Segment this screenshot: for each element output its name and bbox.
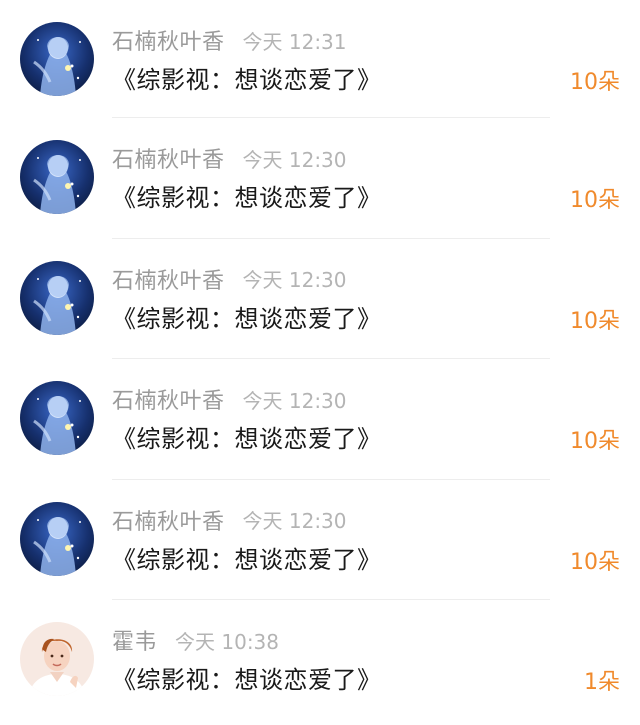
item-meta: 石楠秋叶香 今天 12:30 xyxy=(112,504,347,536)
gift-record-list: 石楠秋叶香 今天 12:31 《综影视：想谈恋爱了》 10朵 石楠秋叶香 今天 … xyxy=(0,0,640,725)
list-item[interactable]: 石楠秋叶香 今天 12:30 《综影视：想谈恋爱了》 10朵 xyxy=(0,239,640,359)
item-meta: 石楠秋叶香 今天 12:30 xyxy=(112,383,347,415)
item-meta: 石楠秋叶香 今天 12:30 xyxy=(112,263,347,295)
book-title[interactable]: 《综影视：想谈恋爱了》 xyxy=(112,540,382,575)
user-avatar[interactable] xyxy=(20,22,94,96)
list-item[interactable]: 石楠秋叶香 今天 12:30 《综影视：想谈恋爱了》 10朵 xyxy=(0,118,640,239)
user-avatar[interactable] xyxy=(20,140,94,214)
book-title[interactable]: 《综影视：想谈恋爱了》 xyxy=(112,60,382,95)
flower-count: 10朵 xyxy=(570,549,620,575)
timestamp: 今天 12:30 xyxy=(242,388,347,413)
timestamp: 今天 12:30 xyxy=(242,268,347,292)
young-man-avatar-icon xyxy=(20,622,94,696)
user-name[interactable]: 霍韦 xyxy=(112,624,157,656)
flower-count: 10朵 xyxy=(570,188,620,213)
timestamp: 今天 12:30 xyxy=(242,509,347,533)
user-avatar[interactable] xyxy=(20,260,94,335)
anime-girl-avatar-icon xyxy=(20,22,94,96)
list-item[interactable]: 石楠秋叶香 今天 12:30 《综影视：想谈恋爱了》 10朵 xyxy=(0,359,640,480)
user-avatar[interactable] xyxy=(20,501,94,576)
timestamp: 今天 12:31 xyxy=(242,29,347,54)
list-item[interactable]: 石楠秋叶香 今天 12:30 《综影视：想谈恋爱了》 10朵 xyxy=(0,480,640,600)
book-title[interactable]: 《综影视：想谈恋爱了》 xyxy=(112,178,382,213)
book-title[interactable]: 《综影视：想谈恋爱了》 xyxy=(112,419,382,454)
flower-count: 10朵 xyxy=(570,308,620,334)
book-title[interactable]: 《综影视：想谈恋爱了》 xyxy=(112,299,382,334)
user-name[interactable]: 石楠秋叶香 xyxy=(112,263,225,295)
flower-count: 10朵 xyxy=(570,429,620,454)
anime-girl-avatar-icon xyxy=(20,381,94,455)
item-meta: 霍韦 今天 10:38 xyxy=(112,624,279,656)
timestamp: 今天 12:30 xyxy=(242,147,347,172)
item-meta: 石楠秋叶香 今天 12:30 xyxy=(112,142,347,174)
item-meta: 石楠秋叶香 今天 12:31 xyxy=(112,24,347,56)
anime-girl-avatar-icon xyxy=(20,140,94,214)
user-name[interactable]: 石楠秋叶香 xyxy=(112,24,225,56)
list-item[interactable]: 石楠秋叶香 今天 12:31 《综影视：想谈恋爱了》 10朵 xyxy=(0,0,640,118)
user-name[interactable]: 石楠秋叶香 xyxy=(112,383,225,415)
user-name[interactable]: 石楠秋叶香 xyxy=(112,504,225,536)
user-name[interactable]: 石楠秋叶香 xyxy=(112,142,225,174)
anime-girl-avatar-icon xyxy=(20,501,94,576)
book-title[interactable]: 《综影视：想谈恋爱了》 xyxy=(112,660,382,695)
timestamp: 今天 10:38 xyxy=(175,629,280,654)
list-item[interactable]: 霍韦 今天 10:38 《综影视：想谈恋爱了》 1朵 xyxy=(0,600,640,721)
user-avatar[interactable] xyxy=(20,381,94,455)
user-avatar[interactable] xyxy=(20,622,94,696)
anime-girl-avatar-icon xyxy=(20,260,94,335)
flower-count: 1朵 xyxy=(584,670,620,695)
flower-count: 10朵 xyxy=(570,70,620,95)
